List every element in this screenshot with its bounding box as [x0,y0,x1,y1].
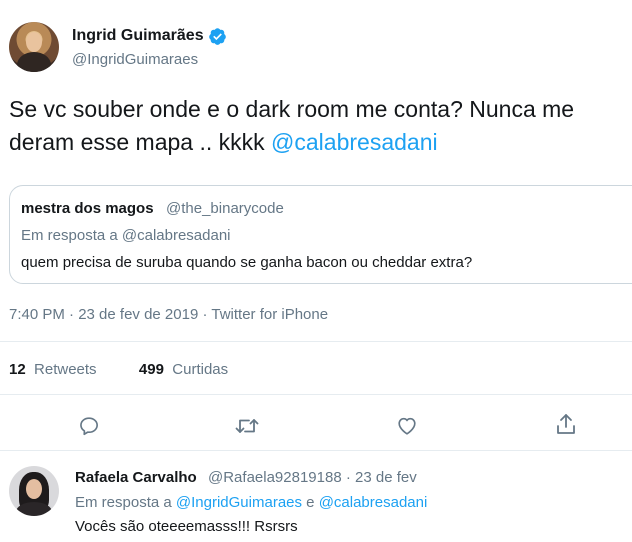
verified-badge-icon [209,28,226,45]
like-icon [398,417,416,435]
retweet-count-link[interactable]: 12 Retweets [9,361,97,378]
tweet-mention-link[interactable]: @calabresadani [271,129,438,155]
author-name[interactable]: Ingrid Guimarães [72,27,204,45]
reply-mention-2[interactable]: @calabresadani [319,494,428,511]
retweet-button[interactable] [232,411,262,441]
like-button[interactable] [392,411,422,441]
reply-mention-1[interactable]: @IngridGuimaraes [176,494,302,511]
reply-author-name[interactable]: Rafaela Carvalho [75,469,197,486]
likes-count-link[interactable]: 499 Curtidas [139,361,228,378]
retweet-label: Retweets [34,361,97,378]
divider [0,450,632,451]
divider [0,394,632,395]
reply-author-handle-date[interactable]: @Rafaela92819188 · 23 de fev [208,469,417,486]
author-avatar[interactable] [9,22,59,72]
retweet-count: 12 [9,361,26,378]
quoted-tweet-text: quem precisa de suruba quando se ganha b… [21,254,473,271]
divider [0,341,632,342]
reply-context-prefix: Em resposta a [75,494,176,511]
tweet-stats: 12 Retweets 499 Curtidas [9,361,228,378]
quoted-author-name: mestra dos magos [21,200,154,217]
likes-count: 499 [138,361,164,378]
reply-icon [80,417,98,436]
tweet-timestamp[interactable]: 7:40 PM · 23 de fev de 2019 · Twitter fo… [9,306,328,323]
quoted-author-handle: @the_binarycode [166,200,284,217]
reply-context: Em resposta a @IngridGuimaraes e @calabr… [75,494,427,511]
reply-button[interactable] [74,411,104,441]
retweet-icon [235,419,259,433]
reply-author-avatar[interactable] [9,466,59,516]
quoted-reply-context: Em resposta a @calabresadani [21,227,231,244]
tweet-text: Se vc souber onde e o dark room me conta… [9,93,629,159]
author-handle[interactable]: @IngridGuimaraes [72,51,198,68]
reply-context-conj: e [302,494,319,511]
share-icon [557,414,575,434]
share-button[interactable] [551,409,581,439]
likes-label: Curtidas [172,361,229,378]
reply-text: Vocês são oteeeemasss!!! Rsrsrs [75,518,298,535]
